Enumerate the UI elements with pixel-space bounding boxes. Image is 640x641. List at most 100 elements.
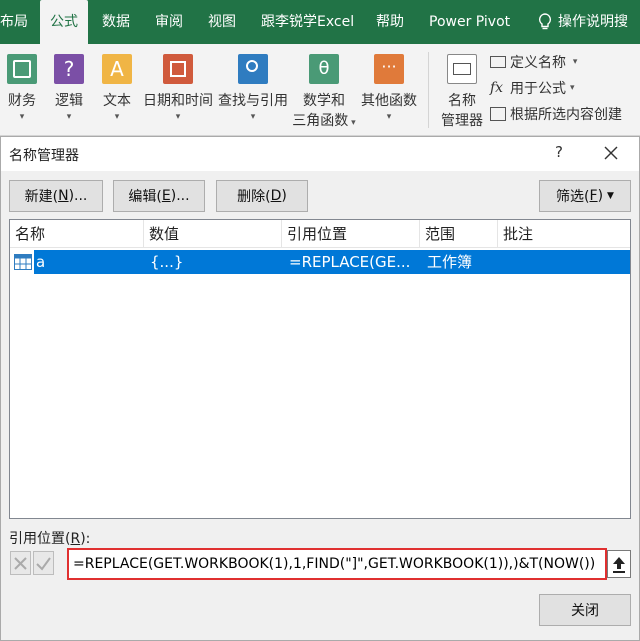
ribbon-tab-bar: 布局 公式 数据 审阅 视图 跟李锐学Excel 帮助 Power Pivot … — [0, 0, 640, 44]
list-item[interactable]: a {...} =REPLACE(GE... 工作簿 — [10, 250, 630, 274]
create-from-selection-button[interactable]: 根据所选内容创建 — [490, 104, 622, 124]
dialog-title: 名称管理器 — [9, 148, 79, 164]
text-icon: A — [102, 54, 132, 84]
chevron-down-icon: ▾ — [19, 112, 25, 122]
date-time-icon — [163, 54, 193, 84]
upload-arrow-icon — [613, 557, 625, 573]
logical-button[interactable]: ? 逻辑 ▾ — [52, 54, 86, 122]
column-header-name[interactable]: 名称 — [10, 220, 144, 248]
filter-button-key: F — [589, 188, 598, 204]
edit-button-key: E — [161, 188, 171, 204]
refers-to-label-tail: ): — [80, 531, 91, 547]
chevron-down-icon: ▾ — [66, 112, 72, 122]
tab-view[interactable]: 视图 — [208, 0, 240, 44]
column-header-scope[interactable]: 范围 — [420, 220, 498, 248]
named-range-icon — [14, 254, 32, 270]
tab-help[interactable]: 帮助 — [376, 0, 408, 44]
tab-review[interactable]: 审阅 — [155, 0, 187, 44]
new-button-tail: )... — [68, 188, 88, 204]
close-button[interactable]: 关闭 — [539, 594, 631, 626]
tab-data[interactable]: 数据 — [102, 0, 134, 44]
filter-button-tail: ) — [597, 188, 604, 204]
ribbon-formulas: 财务 ▾ ? 逻辑 ▾ A 文本 ▾ 日期和时间 ▾ 查找与引用 ▾ θ 数学和 三角函数 … — [0, 44, 640, 136]
column-header-value[interactable]: 数值 — [144, 220, 282, 248]
tab-addin[interactable]: 跟李锐学Excel — [261, 0, 357, 44]
more-functions-button[interactable]: ··· 其他函数 ▾ — [360, 54, 418, 122]
collapse-dialog-button[interactable] — [607, 550, 631, 578]
math-trig-label-2: 三角函数 — [292, 113, 349, 129]
delete-button-tail: ) — [281, 188, 287, 204]
lookup-reference-button[interactable]: 查找与引用 ▾ — [217, 54, 289, 122]
create-from-selection-icon — [490, 107, 506, 121]
tell-me-search[interactable]: 操作说明搜 — [538, 0, 640, 44]
close-icon[interactable] — [601, 142, 621, 164]
math-trig-button[interactable]: θ 数学和 三角函数 ▾ — [292, 54, 356, 130]
chevron-down-icon: ▾ — [386, 112, 392, 122]
dropdown-arrow-icon: ▼ — [607, 191, 614, 201]
edit-button-tail: )... — [170, 188, 190, 204]
name-manager-dialog: 名称管理器 ? 新建(N)... 编辑(E)... 删除(D) 筛选(F) ▼ 名… — [0, 136, 640, 641]
confirm-edit-button[interactable] — [33, 551, 54, 575]
dialog-titlebar: 名称管理器 ? — [1, 137, 639, 171]
define-name-button[interactable]: 定义名称 ▾ — [490, 52, 577, 72]
filter-button-text: 筛选( — [556, 189, 590, 205]
more-functions-icon: ··· — [374, 54, 404, 84]
financial-button[interactable]: 财务 ▾ — [6, 54, 38, 122]
cell-scope: 工作簿 — [427, 253, 473, 271]
cell-name: a — [36, 253, 46, 271]
use-in-formula-button[interactable]: fx 用于公式 ▾ — [490, 78, 575, 98]
tab-layout[interactable]: 布局 — [0, 0, 30, 44]
list-header: 名称 数值 引用位置 范围 批注 — [10, 220, 630, 248]
lookup-reference-icon — [238, 54, 268, 84]
refers-to-input[interactable]: =REPLACE(GET.WORKBOOK(1),1,FIND("]",GET.… — [67, 548, 607, 580]
logic-icon: ? — [54, 54, 84, 84]
chevron-down-icon: ▾ — [348, 118, 356, 128]
tab-power-pivot[interactable]: Power Pivot — [429, 0, 513, 44]
column-header-comment[interactable]: 批注 — [498, 220, 630, 248]
date-time-button[interactable]: 日期和时间 ▾ — [142, 54, 214, 122]
text-label: 文本 — [103, 93, 131, 109]
tab-formulas[interactable]: 公式 — [40, 0, 88, 44]
chevron-down-icon: ▾ — [250, 112, 256, 122]
refers-to-label-key: R — [70, 531, 81, 547]
define-name-icon — [490, 56, 506, 68]
new-button-key: N — [58, 188, 69, 204]
financial-label: 财务 — [8, 93, 36, 109]
use-in-formula-label: 用于公式 — [510, 81, 566, 97]
more-functions-label: 其他函数 — [361, 93, 417, 109]
ribbon-divider — [428, 52, 429, 128]
name-manager-label-2: 管理器 — [441, 113, 483, 129]
cell-value: {...} — [150, 253, 184, 271]
delete-button-text: 删除( — [237, 189, 271, 205]
date-time-label: 日期和时间 — [143, 93, 213, 109]
help-icon[interactable]: ? — [549, 143, 569, 161]
chevron-down-icon: ▾ — [570, 83, 575, 93]
name-manager-label: 名称 — [448, 93, 476, 109]
delete-button-key: D — [270, 188, 282, 204]
tell-me-label: 操作说明搜 — [558, 14, 628, 30]
lookup-reference-label: 查找与引用 — [218, 93, 288, 109]
logical-label: 逻辑 — [55, 93, 83, 109]
name-manager-button[interactable]: 名称 管理器 — [438, 54, 486, 130]
new-button-text: 新建( — [24, 189, 59, 205]
lightbulb-icon — [538, 13, 552, 30]
cancel-edit-button[interactable] — [10, 551, 31, 575]
cell-refers-to: =REPLACE(GE... — [289, 253, 411, 271]
checkmark-icon — [36, 557, 51, 571]
cell-comment — [505, 250, 625, 274]
chevron-down-icon: ▾ — [114, 112, 120, 122]
refers-to-label-text: 引用位置( — [9, 531, 71, 547]
edit-button[interactable]: 编辑(E)... — [113, 180, 205, 212]
edit-button-text: 编辑( — [128, 189, 162, 205]
function-fx-icon: fx — [490, 80, 504, 96]
names-list[interactable]: 名称 数值 引用位置 范围 批注 a {...} =REPLACE(GE... … — [9, 219, 631, 519]
column-header-refers-to[interactable]: 引用位置 — [282, 220, 420, 248]
new-button[interactable]: 新建(N)... — [9, 180, 103, 212]
text-button[interactable]: A 文本 ▾ — [100, 54, 134, 122]
chevron-down-icon: ▾ — [570, 57, 578, 67]
cancel-x-icon — [14, 557, 27, 570]
finance-icon — [7, 54, 37, 84]
math-trig-icon: θ — [309, 54, 339, 84]
filter-button[interactable]: 筛选(F) ▼ — [539, 180, 631, 212]
delete-button[interactable]: 删除(D) — [216, 180, 308, 212]
